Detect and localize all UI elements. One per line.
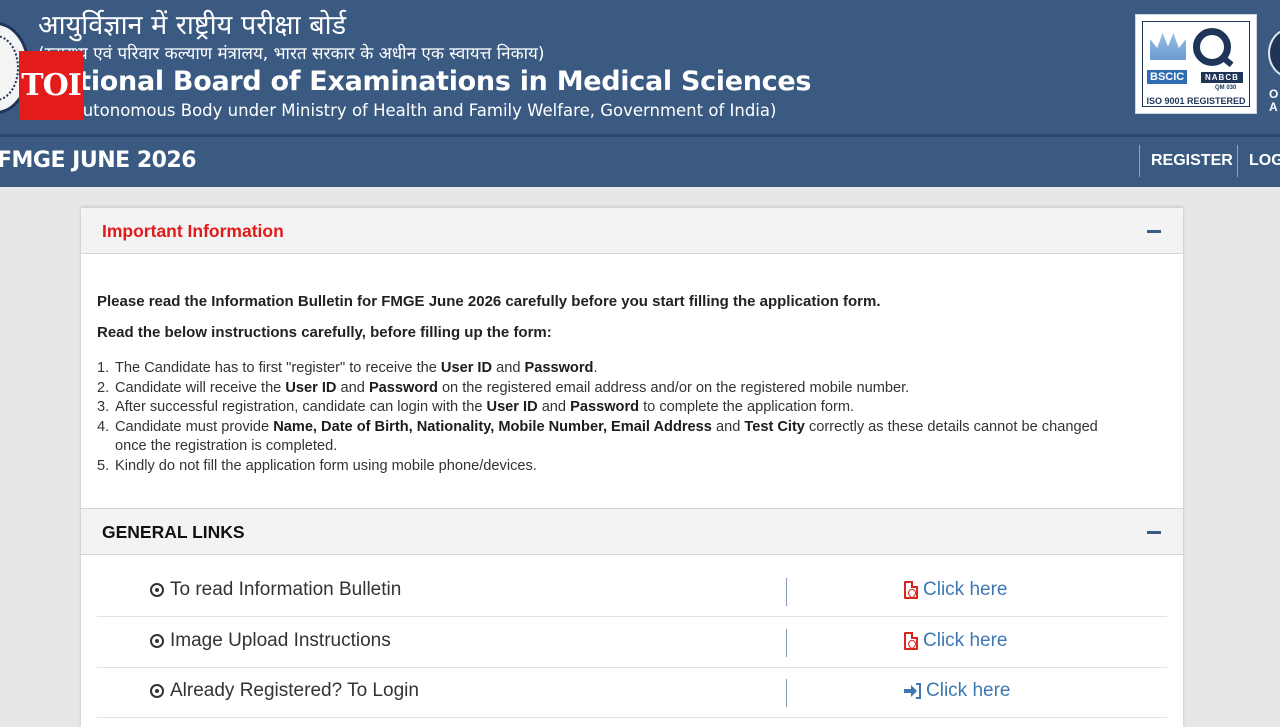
link-label: Image Upload Instructions [150, 630, 391, 652]
instruction-item: 5. Kindly do not fill the application for… [97, 457, 1107, 477]
instruction-bold-text: Name, Date of Birth, Nationality, Mobile… [273, 418, 712, 435]
instruction-text: Candidate will receive the [115, 379, 286, 396]
click-here-text[interactable]: Click here [923, 630, 1007, 652]
general-links-title: GENERAL LINKS [102, 522, 245, 542]
instruction-text: to complete the application form. [639, 399, 855, 416]
right-emblem-logo [1268, 28, 1280, 78]
instruction-number: 1. [97, 360, 110, 376]
instruction-item: 4. Candidate must provide Name, Date of B… [97, 418, 1107, 457]
pdf-icon [904, 581, 918, 599]
navbar: FMGE JUNE 2026 REGISTER LOGIN [0, 134, 1280, 187]
instruction-item: 2. Candidate will receive the User ID and… [97, 379, 1107, 399]
toi-watermark-logo: TOI [19, 51, 83, 120]
english-title: National Board of Examinations in Medica… [38, 66, 812, 97]
link-row: To read Information Bulletin Click here [97, 567, 1167, 617]
login-link[interactable]: LOGIN [1237, 145, 1280, 177]
dot-circle-icon [150, 684, 164, 698]
dot-circle-icon [150, 634, 164, 648]
iso-registered-label: ISO 9001 REGISTERED [1146, 96, 1246, 106]
instruction-text: on the registered email address and/or o… [437, 379, 910, 396]
register-link[interactable]: REGISTER [1139, 145, 1233, 177]
collapse-minus-icon[interactable] [1147, 230, 1161, 233]
divider [786, 679, 787, 707]
instruction-bold-text: User ID [486, 399, 538, 416]
exam-brand[interactable]: FMGE JUNE 2026 [0, 148, 197, 173]
link-label-text: Already Registered? To Login [170, 680, 419, 701]
sign-in-icon [904, 683, 922, 699]
instructions-list: 1. The Candidate has to first "register" … [97, 359, 1107, 477]
hindi-title: आयुर्विज्ञान में राष्ट्रीय परीक्षा बोर्ड [38, 10, 347, 41]
instruction-text: The Candidate has to first "register" to… [115, 360, 441, 376]
q-mark-icon [1193, 28, 1231, 66]
dot-circle-icon [150, 583, 164, 597]
instruction-text: and [336, 379, 369, 396]
instruction-number: 4. [97, 418, 110, 435]
link-label: Already Registered? To Login [150, 680, 419, 702]
bulletin-click-here-link[interactable]: Click here [904, 579, 1007, 601]
right-emblem-letters: O A [1269, 87, 1279, 114]
instruction-number: 2. [97, 379, 110, 396]
instruction-text: . [593, 360, 598, 376]
general-links-header[interactable]: GENERAL LINKS [81, 508, 1183, 555]
instruction-bold-text: Password [368, 379, 438, 396]
login-click-here-link[interactable]: Click here [904, 680, 1010, 702]
instruction-bold-text: Password [570, 399, 640, 416]
collapse-minus-icon[interactable] [1147, 531, 1161, 534]
important-info-title: Important Information [102, 221, 284, 241]
instruction-text: Kindly do not fill the application form … [115, 457, 537, 474]
link-label: To read Information Bulletin [150, 579, 401, 601]
link-row: Image Upload Instructions Click here [97, 618, 1167, 668]
bulletin-notice: Please read the Information Bulletin for… [97, 293, 881, 310]
site-header: TOI आयुर्विज्ञान में राष्ट्रीय परीक्षा ब… [0, 0, 1280, 134]
instruction-bold-text: Test City [744, 418, 805, 435]
instruction-number: 5. [97, 457, 110, 474]
instruction-item: 3. After successful registration, candida… [97, 398, 1107, 418]
instruction-bold-text: User ID [440, 360, 493, 376]
link-row: Already Registered? To Login Click here [97, 668, 1167, 718]
instruction-number: 3. [97, 399, 110, 416]
instruction-item: 1. The Candidate has to first "register" … [97, 359, 1107, 379]
link-label-text: To read Information Bulletin [170, 579, 402, 600]
instruction-bold-text: Password [524, 360, 594, 376]
bscic-label: BSCIC [1147, 70, 1188, 84]
click-here-text[interactable]: Click here [923, 579, 1007, 601]
instruction-text: and [537, 399, 571, 416]
crown-icon [1150, 33, 1186, 60]
nabcb-label: NABCB [1201, 72, 1243, 83]
instruction-bold-text: User ID [285, 379, 337, 396]
english-subtitle: (An Autonomous Body under Ministry of He… [38, 101, 777, 120]
hindi-subtitle: (स्वास्थ्य एवं परिवार कल्याण मंत्रालय, भ… [38, 44, 545, 64]
link-label-text: Image Upload Instructions [170, 630, 391, 651]
instruction-text: and [711, 418, 745, 435]
instruction-text: and [492, 360, 525, 376]
qm-label: QM 030 [1215, 85, 1237, 91]
iso-certification-logo: BSCIC NABCB QM 030 ISO 9001 REGISTERED [1135, 14, 1257, 114]
instructions-heading: Read the below instructions carefully, b… [97, 324, 552, 341]
pdf-icon [904, 632, 918, 650]
image-upload-click-here-link[interactable]: Click here [904, 630, 1007, 652]
divider [786, 578, 787, 606]
important-info-header[interactable]: Important Information [81, 207, 1183, 254]
important-info-body: Please read the Information Bulletin for… [97, 292, 1107, 343]
instruction-text: Candidate must provide [115, 418, 274, 435]
instruction-text: After successful registration, candidate… [115, 399, 487, 416]
content-panel: Important Information Please read the In… [81, 207, 1183, 727]
divider [786, 629, 787, 657]
click-here-text[interactable]: Click here [926, 680, 1010, 702]
